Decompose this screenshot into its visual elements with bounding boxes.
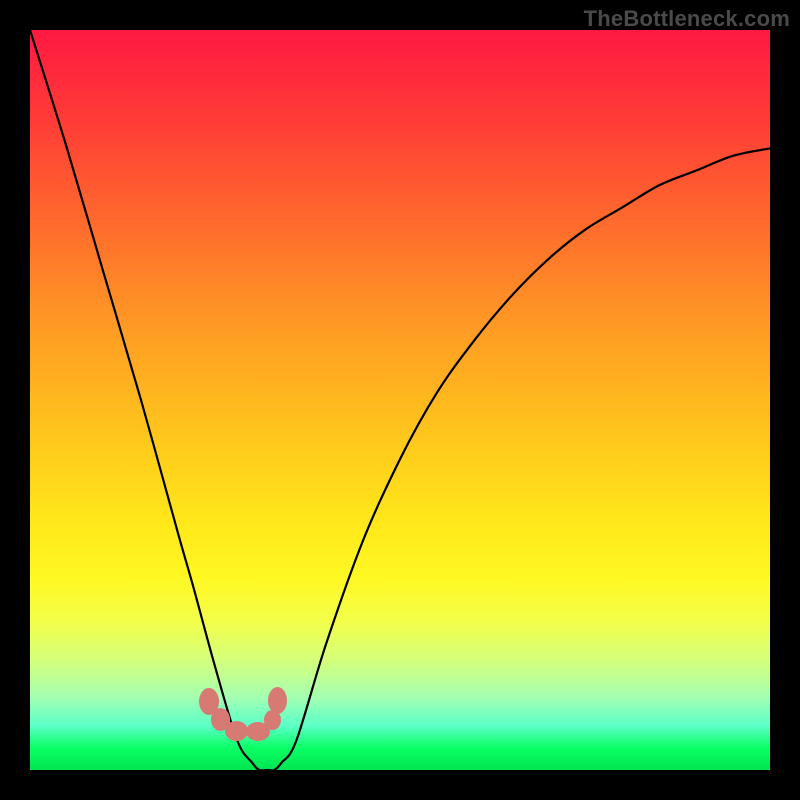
watermark-text: TheBottleneck.com [584, 6, 790, 32]
bottleneck-curve [30, 30, 770, 770]
marker-blob [264, 710, 281, 730]
marker-blob [225, 721, 248, 741]
chart-frame: TheBottleneck.com [0, 0, 800, 800]
